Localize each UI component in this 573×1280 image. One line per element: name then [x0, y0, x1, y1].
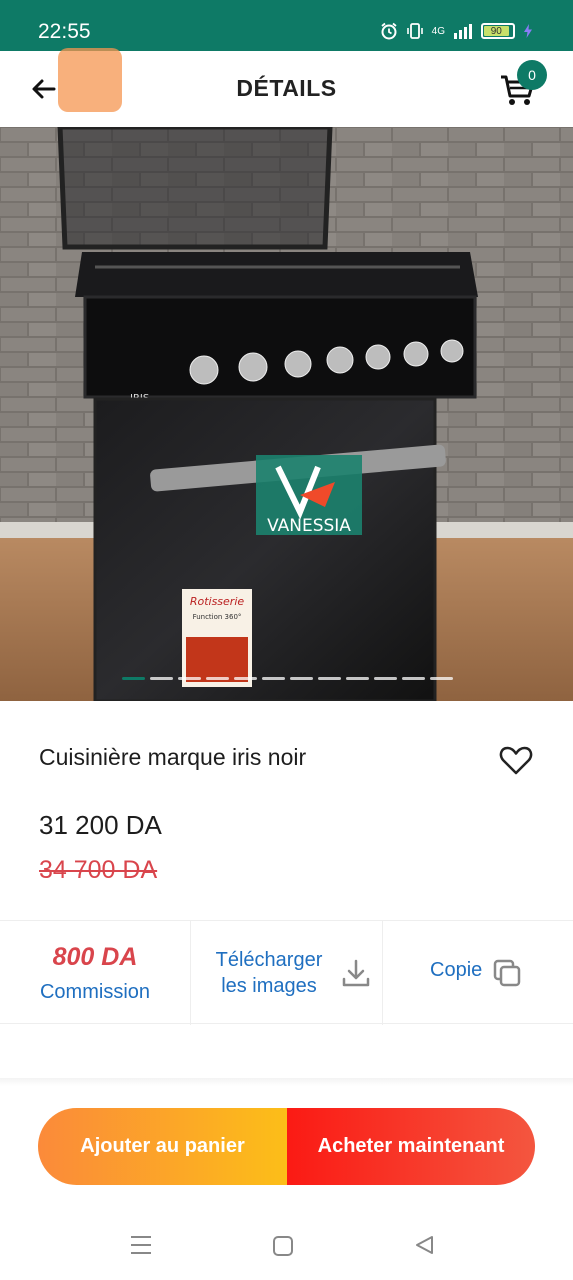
charging-icon [524, 24, 532, 38]
product-title: Cuisinière marque iris noir [39, 744, 307, 770]
gallery-dot[interactable] [374, 677, 397, 680]
download-icon [342, 959, 370, 987]
status-bar: 22:55 4G 90 [0, 0, 573, 51]
copy-button[interactable]: Copie [383, 921, 573, 1025]
cart-badge: 0 [517, 60, 547, 90]
battery-icon: 90 [481, 23, 515, 39]
alarm-icon [381, 22, 397, 40]
battery-level: 90 [484, 26, 509, 37]
gallery-dot[interactable] [178, 677, 201, 680]
section-separator [0, 1078, 573, 1086]
gallery-dot[interactable] [122, 677, 145, 680]
system-nav-bar [0, 1210, 573, 1280]
download-label-line1: Télécharger [215, 949, 323, 971]
buy-now-button[interactable]: Acheter maintenant [287, 1108, 535, 1185]
gallery-dot[interactable] [402, 677, 425, 680]
download-label-line2: les images [221, 975, 317, 997]
sticker-line2: Function 360° [193, 613, 242, 621]
menu-icon[interactable] [129, 1234, 153, 1256]
action-bar: Ajouter au panier Acheter maintenant [38, 1108, 535, 1185]
old-price: 34 700 DA [39, 856, 158, 884]
app-watermark-logo [58, 48, 122, 112]
gallery-dot[interactable] [234, 677, 257, 680]
gallery-pagination [122, 677, 453, 680]
product-image[interactable]: IRIS VANESSIA Rotisserie Function 360° [0, 127, 573, 701]
gallery-dot[interactable] [430, 677, 453, 680]
download-images-button[interactable]: Télécharger les images [191, 921, 381, 1025]
status-icons: 4G 90 [380, 22, 533, 40]
commission-label: Commission [39, 981, 151, 1003]
status-time: 22:55 [38, 20, 91, 43]
sticker-line1: Rotisserie [190, 595, 245, 608]
gallery-dot[interactable] [290, 677, 313, 680]
signal-icon [454, 24, 472, 39]
heart-icon[interactable] [498, 742, 534, 778]
add-to-cart-button[interactable]: Ajouter au panier [38, 1108, 287, 1185]
back-triangle-icon[interactable] [413, 1234, 435, 1256]
home-icon[interactable] [272, 1235, 294, 1257]
info-row: 800 DA Commission Télécharger les images… [0, 920, 573, 1025]
copy-label: Copie [430, 959, 483, 981]
vibrate-icon [406, 23, 423, 39]
gallery-dot[interactable] [346, 677, 369, 680]
gallery-dot[interactable] [318, 677, 341, 680]
download-label: Télécharger les images [209, 947, 329, 999]
stove-photo: IRIS VANESSIA Rotisserie Function 360° [0, 127, 573, 701]
gallery-dot[interactable] [150, 677, 173, 680]
gallery-dot[interactable] [262, 677, 285, 680]
network-type: 4G [431, 25, 445, 37]
watermark-text: VANESSIA [267, 516, 351, 536]
price: 31 200 DA [39, 810, 162, 840]
commission-amount: 800 DA [52, 943, 138, 971]
gallery-dot[interactable] [206, 677, 229, 680]
copy-icon [493, 959, 521, 987]
